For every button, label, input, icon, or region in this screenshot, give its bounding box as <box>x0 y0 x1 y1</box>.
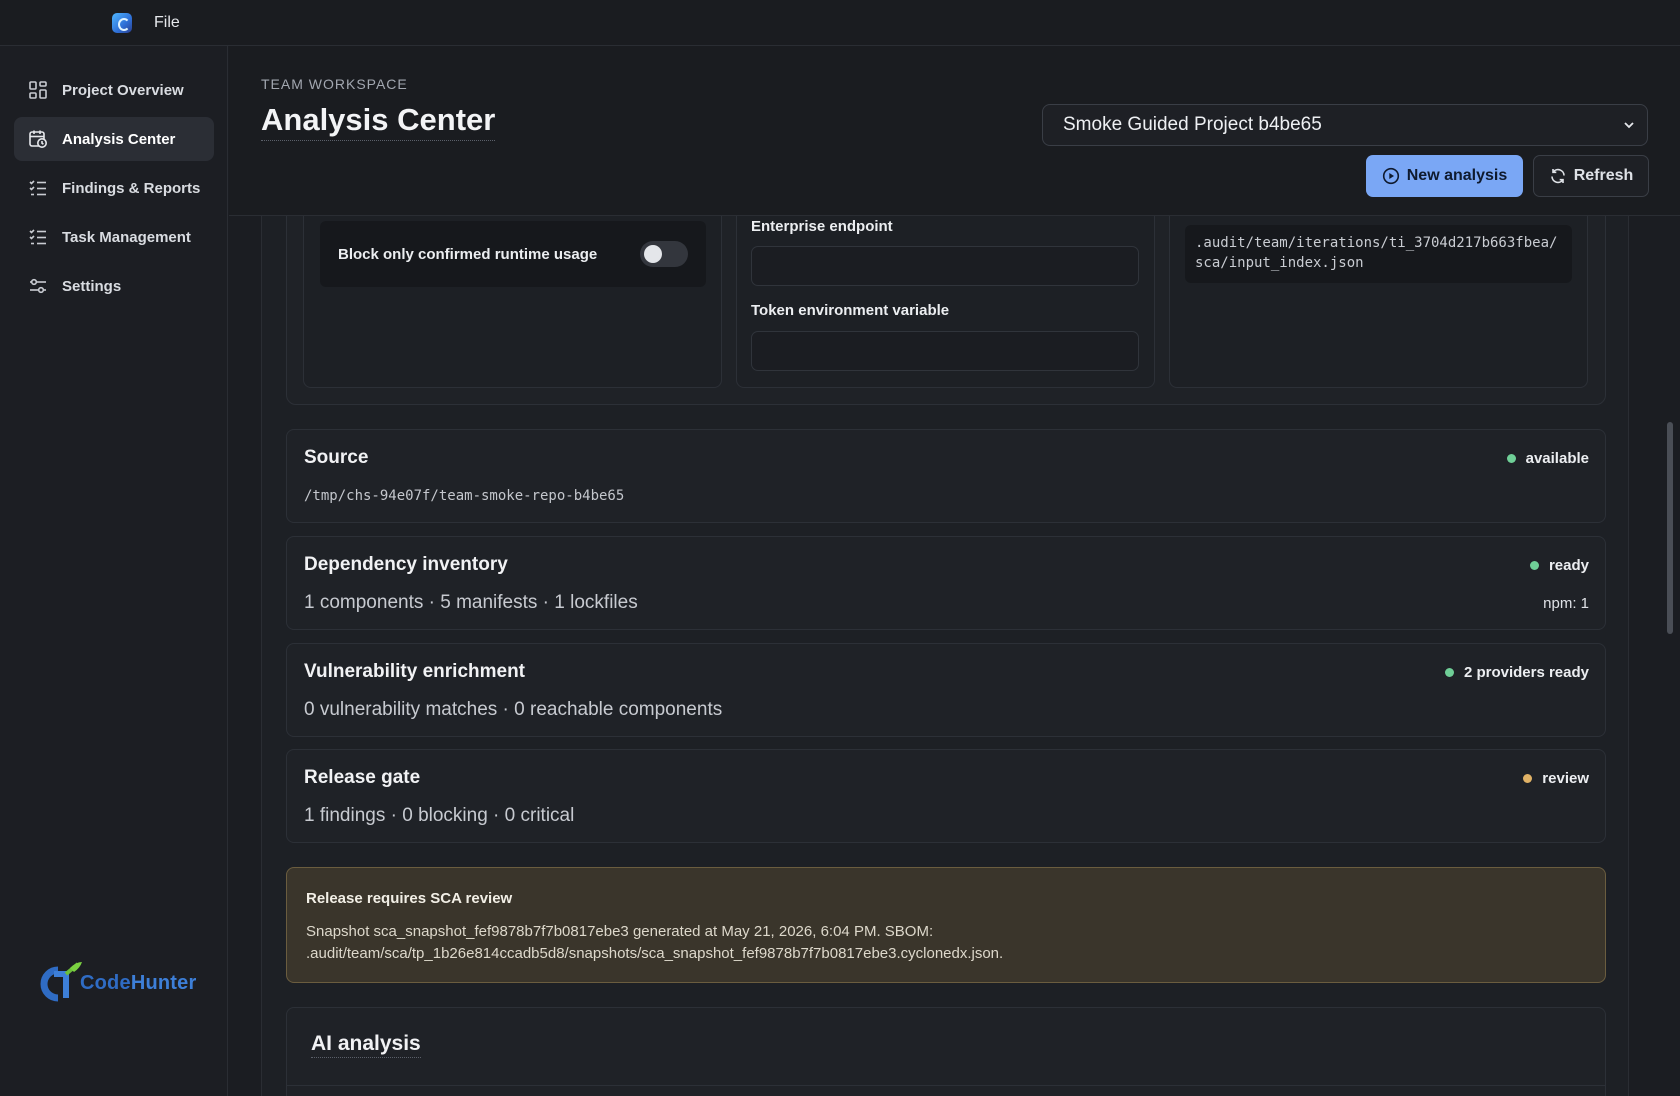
sidebar-item-label: Analysis Center <box>62 130 176 148</box>
runtime-usage-toggle-row: Block only confirmed runtime usage <box>320 221 706 287</box>
ecosystem-count: npm: 1 <box>1543 595 1589 612</box>
card-subtitle: 1 components · 5 manifests · 1 lockfiles <box>304 592 638 613</box>
status-badge: review <box>1523 770 1589 787</box>
enterprise-endpoint-input[interactable] <box>751 246 1139 286</box>
status-card-dependency-inventory: Dependency inventory 1 components · 5 ma… <box>286 536 1606 630</box>
file-menu[interactable]: File <box>154 14 180 32</box>
sidebar-item-project-overview[interactable]: Project Overview <box>14 68 214 112</box>
card-subtitle: 1 findings · 0 blocking · 0 critical <box>304 805 575 826</box>
status-badge: available <box>1506 450 1589 467</box>
page-header: TEAM WORKSPACE Analysis Center Smoke Gui… <box>229 46 1680 216</box>
checklist-icon <box>28 178 48 198</box>
alert-body: Snapshot sca_snapshot_fef9878b7f7b0817eb… <box>306 921 1003 965</box>
alert-title: Release requires SCA review <box>306 890 513 907</box>
card-title: Source <box>304 447 369 468</box>
token-env-input[interactable] <box>751 331 1139 371</box>
sidebar: Project Overview Analysis Center Finding… <box>0 46 228 1096</box>
logo-wordmark: CodeHunter <box>80 971 197 994</box>
sidebar-item-label: Findings & Reports <box>62 179 201 197</box>
sidebar-item-analysis-center[interactable]: Analysis Center <box>14 117 214 161</box>
calendar-clock-icon <box>28 129 48 149</box>
alert-line: Snapshot sca_snapshot_fef9878b7f7b0817eb… <box>306 923 934 940</box>
card-subtitle: 0 vulnerability matches · 0 reachable co… <box>304 699 723 720</box>
alert-line: .audit/team/sca/tp_1b26e814ccadb5d8/snap… <box>306 945 1004 962</box>
refresh-button[interactable]: Refresh <box>1533 155 1649 197</box>
status-dot <box>1529 561 1539 570</box>
project-select[interactable]: Smoke Guided Project b4be65 <box>1042 104 1648 146</box>
play-circle-icon <box>1382 167 1400 185</box>
card-title: Dependency inventory <box>304 554 508 575</box>
status-badge: 2 providers ready <box>1444 664 1589 681</box>
runtime-usage-toggle[interactable] <box>640 241 688 267</box>
sidebar-item-task-management[interactable]: Task Management <box>14 215 214 259</box>
status-card-release-gate: Release gate 1 findings · 0 blocking · 0… <box>286 749 1606 843</box>
divider <box>287 1085 1605 1086</box>
status-dot <box>1444 668 1454 677</box>
status-card-source: Source /tmp/chs-94e07f/team-smoke-repo-b… <box>286 429 1606 523</box>
status-dot <box>1523 774 1533 783</box>
sidebar-item-label: Settings <box>62 277 122 295</box>
card-title: Release gate <box>304 767 421 788</box>
release-review-alert: Release requires SCA review Snapshot sca… <box>286 867 1606 983</box>
card-title: Vulnerability enrichment <box>304 661 526 682</box>
chevron-down-icon <box>1624 122 1634 129</box>
input-index-path: .audit/team/iterations/ti_3704d217b663fb… <box>1185 225 1572 283</box>
sidebar-item-findings-reports[interactable]: Findings & Reports <box>14 166 214 210</box>
status-badge: ready <box>1529 557 1589 574</box>
menu-bar: File <box>0 0 1680 46</box>
page-title: Analysis Center <box>261 102 496 141</box>
toggle-label: Block only confirmed runtime usage <box>338 245 598 263</box>
checklist-icon <box>28 227 48 247</box>
dashboard-grid-icon <box>28 80 48 100</box>
scrollbar[interactable] <box>1667 422 1673 634</box>
token-env-label: Token environment variable <box>751 302 950 319</box>
status-dot <box>1506 454 1516 463</box>
card-subtitle: /tmp/chs-94e07f/team-smoke-repo-b4be65 <box>304 488 625 504</box>
new-analysis-button[interactable]: New analysis <box>1366 155 1523 197</box>
sidebar-item-label: Project Overview <box>62 81 184 99</box>
enterprise-endpoint-label: Enterprise endpoint <box>751 218 893 235</box>
ai-analysis-card: AI analysis <box>286 1007 1606 1096</box>
project-select-value: Smoke Guided Project b4be65 <box>1063 114 1322 135</box>
refresh-icon <box>1549 167 1567 185</box>
status-card-vulnerability-enrichment: Vulnerability enrichment 0 vulnerability… <box>286 643 1606 737</box>
ai-analysis-title: AI analysis <box>311 1032 421 1058</box>
app-icon <box>112 13 132 33</box>
sidebar-item-label: Task Management <box>62 228 191 246</box>
workspace-eyebrow: TEAM WORKSPACE <box>261 76 408 92</box>
codehunter-logo: CodeHunter <box>32 958 202 1008</box>
codehunter-logo-mark <box>40 962 82 1002</box>
sidebar-item-settings[interactable]: Settings <box>14 264 214 308</box>
sliders-icon <box>28 276 48 296</box>
